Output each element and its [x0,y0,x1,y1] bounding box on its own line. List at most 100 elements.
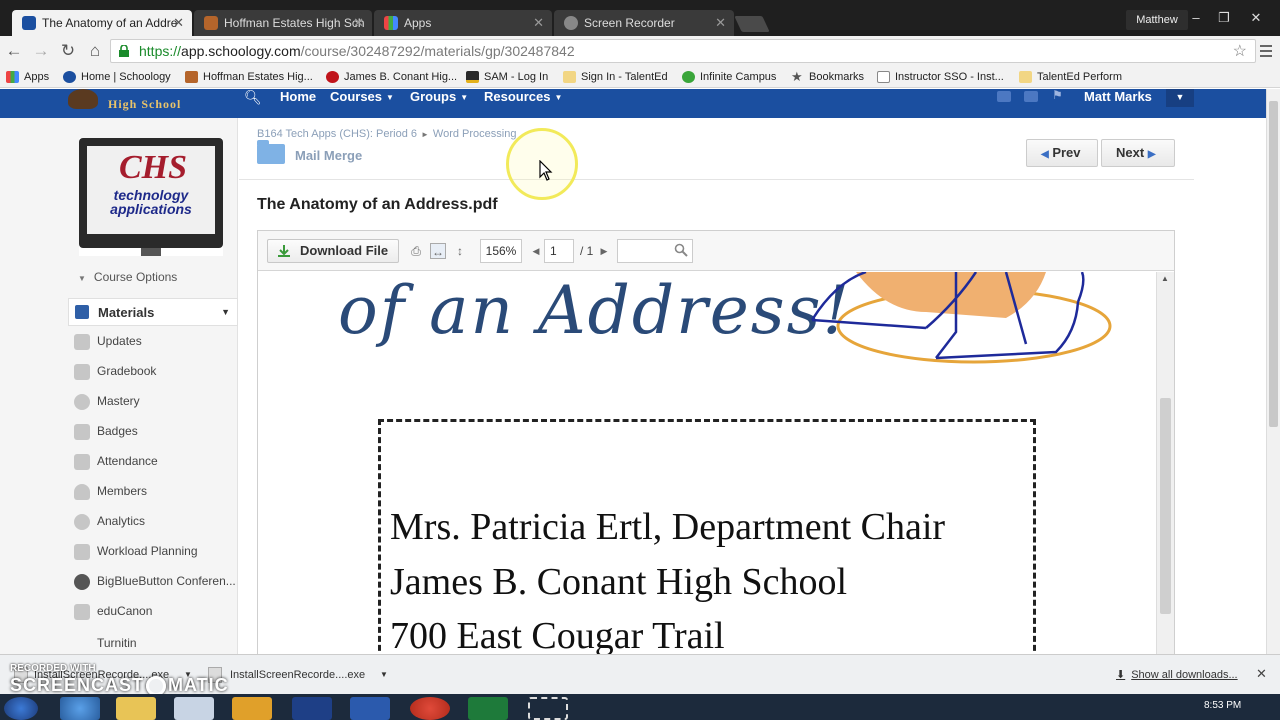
snipping-tool-icon[interactable] [528,697,568,720]
close-tab-icon[interactable]: ✕ [353,10,364,36]
chevron-right-icon: ▶ [1147,149,1156,160]
reload-icon[interactable]: ↻ [57,40,79,62]
messages-icon[interactable] [1024,91,1038,102]
url-text: https://app.schoology.com/course/3024872… [139,43,575,59]
tab-apps[interactable]: Apps ✕ [374,10,552,36]
close-window-icon[interactable]: ✕ [1246,10,1266,26]
sidebar-item-label: Attendance [97,454,158,468]
zoom-level[interactable]: 156% [480,239,522,263]
user-menu-chevron-icon[interactable]: ▼ [1166,89,1194,107]
nav-courses[interactable]: Courses ▼ [330,89,394,106]
back-icon[interactable]: ← [3,40,25,62]
scroll-up-icon[interactable]: ▲ [1161,274,1169,283]
sidebar-item-materials[interactable]: Materials ▼ [68,298,238,326]
bookmark-label: TalentEd Perform [1037,71,1122,83]
sidebar-item-analytics[interactable]: Analytics [74,512,238,532]
fit-height-icon[interactable]: ↕ [452,243,468,259]
bookmark-apps[interactable]: Apps [6,69,49,85]
minimize-icon[interactable]: – [1186,10,1206,25]
sidebar-item-educanon[interactable]: eduCanon [74,602,238,622]
workload-icon [74,544,90,560]
breadcrumb-folder-link[interactable]: Word Processing [433,128,517,140]
next-button[interactable]: Next ▶ [1101,139,1175,167]
fit-width-icon[interactable]: ↔ [430,243,446,259]
app-icon[interactable] [292,697,332,720]
show-all-downloads-link[interactable]: ⬇ Show all downloads... [1116,668,1238,681]
nav-resources[interactable]: Resources ▼ [484,89,562,106]
bookmark-label: Home | Schoology [81,71,171,83]
sidebar-item-turnitin[interactable]: Turnitin [74,634,238,654]
bookmark-bookmarks[interactable]: ★ Bookmarks [791,69,864,85]
bookmark-conant[interactable]: James B. Conant Hig... [326,69,457,85]
sidebar-item-mastery[interactable]: Mastery [74,392,238,412]
next-page-icon[interactable]: ▶ [596,243,612,259]
nav-groups[interactable]: Groups ▼ [410,89,468,106]
media-icon[interactable] [174,697,214,720]
apps-grid-icon [6,71,19,83]
bookmark-label: James B. Conant Hig... [344,71,458,83]
start-icon[interactable] [4,697,38,720]
page-scrollbar[interactable] [1266,89,1280,654]
ie-icon[interactable] [60,697,100,720]
viewer-search-input[interactable] [617,239,693,263]
user-name[interactable]: Matt Marks [1084,89,1152,104]
nav-home[interactable]: Home [280,89,316,105]
browser-menu-icon[interactable] [1260,42,1272,60]
updates-icon [74,334,90,350]
school-logo[interactable]: High School [68,89,196,111]
bookmark-talented-perform[interactable]: TalentEd Perform [1019,69,1122,85]
bookmark-talented-signin[interactable]: Sign In - TalentEd [563,69,668,85]
system-clock: 8:53 PM [1204,700,1242,711]
bookmark-schoology[interactable]: Home | Schoology [63,69,171,85]
download-item[interactable]: InstallScreenRecorde....exe ▼ [208,660,388,690]
excel-icon[interactable] [468,697,508,720]
tab-screen-recorder[interactable]: Screen Recorder ✕ [554,10,734,36]
outlook-icon[interactable] [232,697,272,720]
calendar-icon[interactable] [997,91,1011,102]
pdf-scroll-thumb[interactable] [1160,398,1171,614]
viewer-toolbar: Download File ⎙ ↔ ↕ 156% ◀ 1 / 1 ▶ [258,231,1174,271]
sidebar-item-attendance[interactable]: Attendance [74,452,238,472]
sidebar-item-badges[interactable]: Badges [74,422,238,442]
sidebar-item-gradebook[interactable]: Gradebook [74,362,238,382]
close-download-shelf-icon[interactable]: ✕ [1256,666,1267,682]
explorer-icon[interactable] [116,697,156,720]
address-bar[interactable]: https://app.schoology.com/course/3024872… [110,39,1256,63]
tab-anatomy[interactable]: The Anatomy of an Addre ✕ [12,10,192,36]
page-number-input[interactable]: 1 [544,239,574,263]
bookmark-star-icon[interactable]: ☆ [1233,41,1247,61]
connections-icon[interactable]: ⚑ [1052,88,1066,102]
tab-hoffman[interactable]: Hoffman Estates High Sch ✕ [194,10,372,36]
bookmark-sam[interactable]: SAM - Log In [466,69,548,85]
sidebar-item-bigbluebutton[interactable]: BigBlueButton Conferen... [74,572,238,592]
sidebar-item-members[interactable]: Members [74,482,238,502]
sidebar-item-workload-planning[interactable]: Workload Planning [74,542,238,562]
previous-page-icon[interactable]: ◀ [528,243,544,259]
restore-icon[interactable]: ❐ [1214,10,1234,26]
page-scroll-thumb[interactable] [1269,101,1278,427]
chrome-icon[interactable] [410,697,450,720]
forward-icon[interactable]: → [30,40,52,62]
breadcrumb-course-link[interactable]: B164 Tech Apps (CHS): Period 6 [257,128,417,140]
bookmark-label: Hoffman Estates Hig... [203,71,313,83]
close-tab-icon[interactable]: ✕ [173,10,184,36]
pdf-script-title: of an Address! [338,272,852,349]
chevron-down-icon[interactable]: ▼ [380,660,388,690]
prev-button[interactable]: ◀ Prev [1026,139,1098,167]
print-icon[interactable]: ⎙ [408,243,424,259]
profile-button[interactable]: Matthew [1126,10,1188,30]
search-icon[interactable]: 🔍︎ [244,89,262,106]
new-tab-button[interactable] [734,16,770,32]
download-file-button[interactable]: Download File [267,239,399,263]
bookmark-instructor-sso[interactable]: Instructor SSO - Inst... [877,69,1004,85]
close-tab-icon[interactable]: ✕ [533,10,544,36]
home-icon[interactable]: ⌂ [84,40,106,62]
bookmark-hoffman[interactable]: Hoffman Estates Hig... [185,69,313,85]
course-options-link[interactable]: ▼ Course Options [78,270,177,284]
watermark-caption: RECORDED WITH [10,663,96,674]
word-icon[interactable] [350,697,390,720]
bookmark-infinite-campus[interactable]: Infinite Campus [682,69,776,85]
pdf-scrollbar[interactable]: ▲ [1156,272,1174,655]
close-tab-icon[interactable]: ✕ [715,10,726,36]
sidebar-item-updates[interactable]: Updates [74,332,238,352]
